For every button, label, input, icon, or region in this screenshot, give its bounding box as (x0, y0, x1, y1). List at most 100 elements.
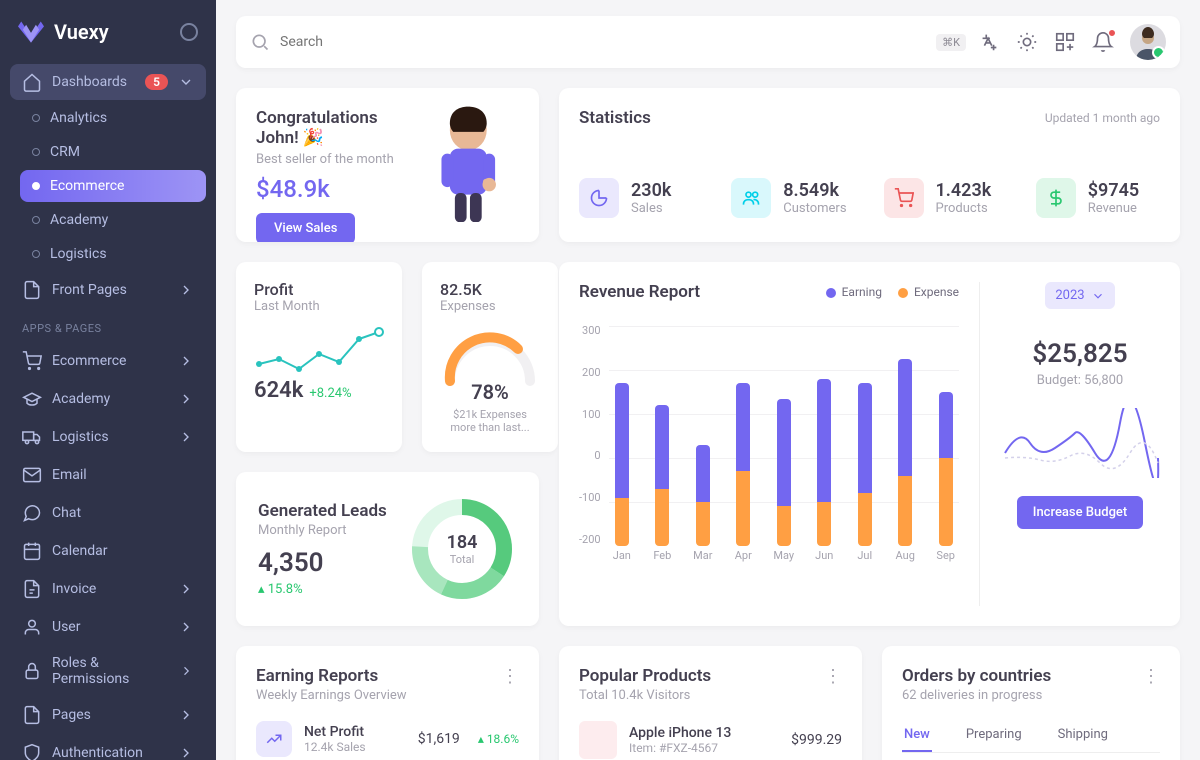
notifications-icon[interactable] (1092, 31, 1114, 53)
topbar: ⌘K (236, 16, 1180, 68)
popular-menu-icon[interactable]: ⋮ (824, 666, 842, 687)
cart-icon (22, 351, 42, 371)
sidebar-item-ecommerce[interactable]: Ecommerce (20, 170, 206, 202)
expenses-gauge (440, 326, 540, 386)
increase-budget-button[interactable]: Increase Budget (1017, 496, 1143, 529)
tab-new[interactable]: New (902, 719, 932, 752)
stats-updated: Updated 1 month ago (1045, 111, 1160, 125)
chevron-down-icon (178, 74, 194, 90)
year-select[interactable]: 2023 (1045, 282, 1114, 309)
chevron-down-icon (1091, 289, 1105, 303)
expenses-sub: Expenses (440, 299, 540, 314)
sidebar-section-apps: APPS & PAGES (10, 310, 206, 341)
sidebar-app-calendar[interactable]: Calendar (10, 533, 206, 569)
orders-menu-icon[interactable]: ⋮ (1142, 666, 1160, 687)
earning-pct: ▴ 18.6% (478, 732, 519, 746)
stats-title: Statistics (579, 108, 651, 128)
budget-sparkline (1000, 408, 1160, 478)
earning-row: Net Profit12.4k Sales $1,619 ▴ 18.6% (256, 721, 519, 757)
tab-preparing[interactable]: Preparing (964, 719, 1024, 752)
chevron-right-icon (178, 619, 194, 635)
sidebar-item-crm[interactable]: CRM (20, 136, 206, 168)
theme-icon[interactable] (1016, 31, 1038, 53)
search-icon (250, 32, 270, 52)
bar-col: Apr (730, 339, 756, 546)
sidebar-app-ecommerce[interactable]: Ecommerce (10, 343, 206, 379)
popular-title: Popular Products (579, 666, 711, 686)
sidebar-app-auth[interactable]: Authentication (10, 735, 206, 760)
sidebar-app-pages[interactable]: Pages (10, 697, 206, 733)
chevron-right-icon (178, 581, 194, 597)
profit-card: Profit Last Month 624k+8.24% (236, 262, 402, 452)
bar-col: Feb (649, 357, 675, 546)
bullet-icon (32, 148, 40, 156)
profit-value: 624k (254, 378, 303, 403)
product-row: Apple iPhone 13Item: #FXZ-4567 $999.29 (579, 721, 842, 759)
earning-title: Earning Reports (256, 666, 407, 686)
revenue-legend: EarningExpense (826, 285, 959, 299)
calendar-icon (22, 541, 42, 561)
bar-col: Aug (892, 344, 918, 546)
chevron-right-icon (178, 745, 194, 760)
sidebar-app-academy[interactable]: Academy (10, 381, 206, 417)
sidebar-item-academy[interactable]: Academy (20, 204, 206, 236)
graduation-icon (22, 389, 42, 409)
chevron-right-icon (178, 707, 194, 723)
congrats-title: Congratulations John! 🎉 (256, 108, 418, 148)
expenses-title: 82.5K (440, 280, 540, 299)
stat-icon (1036, 178, 1076, 218)
leads-card: Generated Leads Monthly Report 4,350 ▴ 1… (236, 472, 539, 626)
collapse-sidebar-icon[interactable] (180, 23, 198, 41)
bar-col: Sep (932, 326, 958, 546)
stat-icon (579, 178, 619, 218)
sidebar-app-email[interactable]: Email (10, 457, 206, 493)
lock-icon (22, 661, 42, 681)
sidebar-app-chat[interactable]: Chat (10, 495, 206, 531)
stat-icon (884, 178, 924, 218)
y-axis: 3002001000-100-200 (579, 324, 601, 564)
revenue-title: Revenue Report (579, 282, 700, 302)
leads-pct: ▴ 15.8% (258, 582, 387, 597)
sidebar-app-invoice[interactable]: Invoice (10, 571, 206, 607)
bar-col: Mar (690, 370, 716, 546)
brand-name: Vuexy (54, 20, 109, 44)
chevron-right-icon (178, 391, 194, 407)
sidebar-dashboards-label: Dashboards (52, 74, 127, 90)
revenue-card: Revenue Report EarningExpense 3002001000… (559, 262, 1180, 626)
sidebar-front-pages[interactable]: Front Pages (10, 272, 206, 308)
user-icon (22, 617, 42, 637)
trend-icon (256, 721, 292, 757)
revenue-budget: Budget: 56,800 (1000, 373, 1160, 388)
earning-sub: Weekly Earnings Overview (256, 688, 407, 703)
search-wrapper[interactable]: ⌘K (250, 32, 966, 52)
revenue-amount: $25,825 (1000, 339, 1160, 369)
earning-menu-icon[interactable]: ⋮ (501, 666, 519, 687)
expenses-note: $21k Expenses more than last... (440, 408, 540, 434)
sidebar-app-roles[interactable]: Roles & Permissions (10, 647, 206, 695)
chevron-right-icon (178, 429, 194, 445)
home-icon (22, 72, 42, 92)
orders-card: Orders by countries62 deliveries in prog… (882, 646, 1180, 760)
sidebar-dashboards[interactable]: Dashboards 5 (10, 64, 206, 100)
shield-icon (22, 743, 42, 760)
bullet-icon (32, 114, 40, 122)
mail-icon (22, 465, 42, 485)
tab-shipping[interactable]: Shipping (1056, 719, 1110, 752)
congrats-sub: Best seller of the month (256, 152, 418, 167)
person-illustration (418, 105, 519, 222)
chevron-right-icon (179, 663, 194, 679)
apps-icon[interactable] (1054, 31, 1076, 53)
sidebar-item-logistics[interactable]: Logistics (20, 238, 206, 270)
leads-value: 4,350 (258, 548, 387, 578)
bullet-icon (32, 250, 40, 258)
user-avatar[interactable] (1130, 24, 1166, 60)
sidebar-item-analytics[interactable]: Analytics (20, 102, 206, 134)
orders-sub: 62 deliveries in progress (902, 688, 1051, 703)
bar-col: Jan (609, 366, 635, 546)
view-sales-button[interactable]: View Sales (256, 213, 355, 242)
search-input[interactable] (280, 34, 926, 50)
sidebar-app-logistics[interactable]: Logistics (10, 419, 206, 455)
sidebar-app-user[interactable]: User (10, 609, 206, 645)
profit-pct: +8.24% (309, 386, 351, 401)
language-icon[interactable] (978, 31, 1000, 53)
